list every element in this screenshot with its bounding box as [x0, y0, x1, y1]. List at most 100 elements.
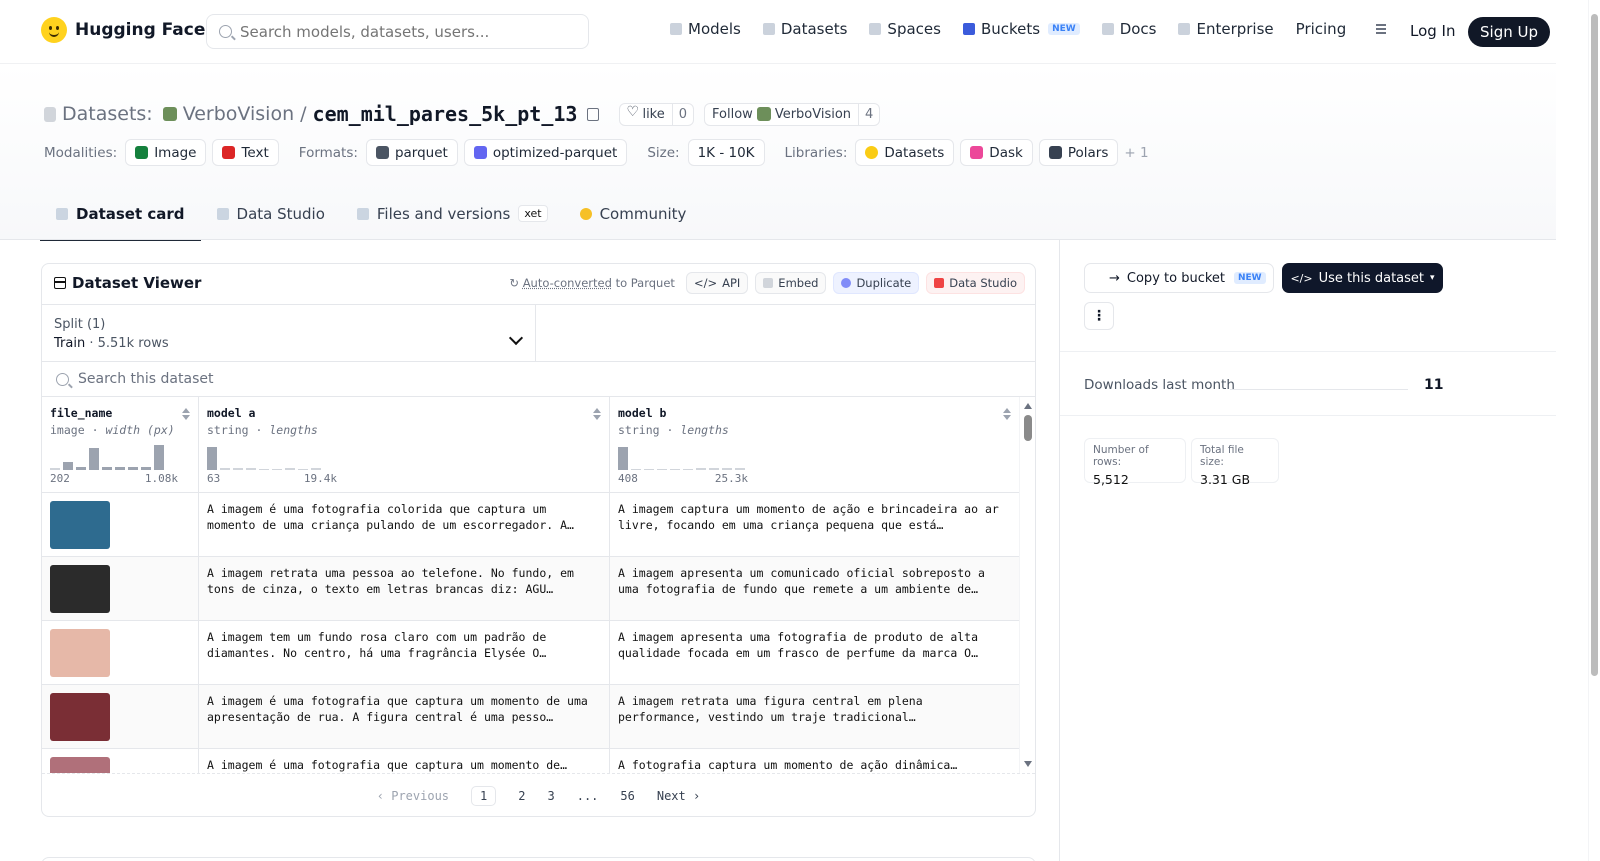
- dataset-tags: Modalities: Image Text Formats: parquet …: [44, 139, 1151, 166]
- model-b-cell[interactable]: A imagem retrata uma figura central em p…: [618, 693, 1011, 725]
- search-icon: [219, 25, 232, 38]
- image-thumbnail[interactable]: [50, 501, 110, 549]
- menu-enterprise[interactable]: Enterprise: [1178, 20, 1274, 38]
- crumb-label[interactable]: Datasets:: [62, 103, 153, 125]
- column-header[interactable]: model a string · lengths 63 19.4k: [199, 397, 610, 492]
- prev-page[interactable]: ‹ Previous: [377, 789, 449, 803]
- image-thumbnail[interactable]: [50, 565, 110, 613]
- column-header[interactable]: model b string · lengths 408 25.3k: [610, 397, 1020, 492]
- brand-name: Hugging Face: [75, 20, 206, 40]
- tab-dataset-card[interactable]: Dataset card: [40, 187, 201, 241]
- sort-icon[interactable]: [593, 408, 601, 420]
- histogram-bar: [722, 468, 732, 470]
- auto-converted-note[interactable]: ↻ Auto-converted to Parquet: [509, 276, 675, 290]
- model-a-cell[interactable]: A imagem tem um fundo rosa claro com um …: [207, 629, 601, 661]
- histogram-bar: [670, 469, 680, 470]
- more-libraries[interactable]: + 1: [1124, 145, 1148, 161]
- image-thumbnail[interactable]: [50, 693, 110, 741]
- histogram-bar: [115, 467, 125, 470]
- image-thumbnail[interactable]: [50, 757, 110, 773]
- model-a-cell[interactable]: A imagem retrata uma pessoa ao telefone.…: [207, 565, 601, 597]
- brand-logo[interactable]: Hugging Face: [41, 17, 205, 43]
- split-selector[interactable]: Split (1) Train · 5.51k rows: [42, 304, 536, 361]
- org-link[interactable]: VerboVision: [183, 103, 294, 125]
- tag-optimized-parquet[interactable]: optimized-parquet: [463, 139, 628, 166]
- histogram-bar: [89, 448, 99, 470]
- tab-community[interactable]: Community: [564, 187, 703, 240]
- menu-spaces[interactable]: Spaces: [869, 20, 941, 38]
- login-link[interactable]: Log In: [1410, 22, 1456, 40]
- tab-data-studio[interactable]: Data Studio: [201, 187, 341, 240]
- table-row[interactable]: A imagem é uma fotografia que captura um…: [42, 685, 1020, 749]
- page-2[interactable]: 2: [518, 789, 525, 803]
- column-header[interactable]: file_name image · width (px) 202 1.08k: [42, 397, 199, 492]
- menu-buckets[interactable]: Buckets NEW: [962, 20, 1080, 38]
- follow-button[interactable]: Follow VerboVision 4: [704, 102, 881, 126]
- duplicate-button[interactable]: Duplicate: [833, 272, 920, 294]
- table-row[interactable]: A imagem retrata uma pessoa ao telefone.…: [42, 557, 1020, 621]
- next-page[interactable]: Next ›: [657, 789, 700, 803]
- table-row[interactable]: A imagem é uma fotografia que captura um…: [42, 749, 1020, 773]
- table-row[interactable]: A imagem é uma fotografia colorida que c…: [42, 493, 1020, 557]
- dataset-search[interactable]: Search this dataset: [42, 361, 1035, 397]
- viewer-actions: ↻ Auto-converted to Parquet </> API Embed…: [509, 272, 1025, 294]
- page-56[interactable]: 56: [620, 789, 634, 803]
- tag-size[interactable]: 1K - 10K: [687, 139, 765, 166]
- page-scrollbar[interactable]: [1588, 0, 1600, 861]
- sort-icon[interactable]: [1003, 408, 1011, 420]
- global-search-input[interactable]: [240, 22, 560, 41]
- menu-models[interactable]: Models: [670, 20, 741, 38]
- model-a-cell[interactable]: A imagem é uma fotografia que captura um…: [207, 693, 601, 725]
- tag-image[interactable]: Image: [125, 139, 207, 166]
- menu-datasets[interactable]: Datasets: [762, 20, 847, 38]
- dataset-search-input[interactable]: Search this dataset: [78, 371, 213, 387]
- hugging-face-icon: [865, 146, 879, 159]
- global-search[interactable]: [206, 14, 589, 49]
- signup-button[interactable]: Sign Up: [1468, 17, 1550, 47]
- more-menu-icon[interactable]: [1368, 24, 1387, 34]
- downloads-value: 11: [1424, 377, 1444, 393]
- menu-docs[interactable]: Docs: [1101, 20, 1156, 38]
- dataset-name[interactable]: cem_mil_pares_5k_pt_13: [313, 102, 578, 126]
- page-3[interactable]: 3: [547, 789, 554, 803]
- model-b-cell[interactable]: A fotografia captura um momento de ação …: [618, 757, 1011, 773]
- model-a-cell[interactable]: A imagem é uma fotografia que captura um…: [207, 757, 601, 773]
- table-row[interactable]: A imagem tem um fundo rosa claro com um …: [42, 621, 1020, 685]
- tag-polars[interactable]: Polars: [1038, 139, 1119, 166]
- table-header: file_name image · width (px) 202 1.08k model…: [42, 397, 1020, 493]
- histogram-bar: [298, 469, 308, 470]
- data-studio-button[interactable]: Data Studio: [926, 272, 1025, 294]
- tag-text[interactable]: Text: [212, 139, 279, 166]
- tag-datasets-lib[interactable]: Datasets: [855, 139, 955, 166]
- use-this-dataset-button[interactable]: </> Use this dataset ▾: [1282, 263, 1443, 293]
- histogram-bar: [154, 445, 164, 470]
- histogram-bar: [102, 467, 112, 470]
- histogram-bar: [272, 469, 282, 470]
- model-b-cell[interactable]: A imagem captura um momento de ação e br…: [618, 501, 1011, 533]
- embed-button[interactable]: Embed: [755, 272, 827, 294]
- optimized-parquet-icon: [473, 146, 487, 159]
- page-1[interactable]: 1: [471, 785, 497, 806]
- histogram-bar: [246, 468, 256, 470]
- model-a-cell[interactable]: A imagem é uma fotografia colorida que c…: [207, 501, 601, 533]
- sort-icon[interactable]: [182, 408, 190, 420]
- like-button[interactable]: like 0: [619, 102, 695, 126]
- tab-files-versions[interactable]: Files and versions xet: [341, 187, 564, 240]
- image-thumbnail[interactable]: [50, 629, 110, 677]
- split-right-panel: [536, 304, 1035, 361]
- viewer-title: Dataset Viewer: [54, 274, 201, 292]
- model-b-cell[interactable]: A imagem apresenta uma fotografia de pro…: [618, 629, 1011, 661]
- table-scrollbar[interactable]: [1019, 397, 1035, 773]
- api-button[interactable]: </> API: [685, 272, 749, 294]
- copy-to-bucket-button[interactable]: → Copy to bucket NEW: [1084, 263, 1274, 293]
- menu-pricing[interactable]: Pricing: [1296, 20, 1347, 38]
- main-menu: Models Datasets Spaces Buckets NEW Docs E…: [670, 20, 1387, 38]
- tag-parquet[interactable]: parquet: [365, 139, 458, 166]
- tag-dask[interactable]: Dask: [960, 139, 1033, 166]
- model-b-cell[interactable]: A imagem apresenta um comunicado oficial…: [618, 565, 1011, 597]
- copy-icon[interactable]: [587, 107, 600, 121]
- more-options-button[interactable]: ⋮: [1084, 302, 1114, 330]
- search-icon: [56, 372, 69, 386]
- histogram-bar: [233, 468, 243, 470]
- breadcrumb: Datasets: VerboVision / cem_mil_pares_5k…: [44, 102, 881, 126]
